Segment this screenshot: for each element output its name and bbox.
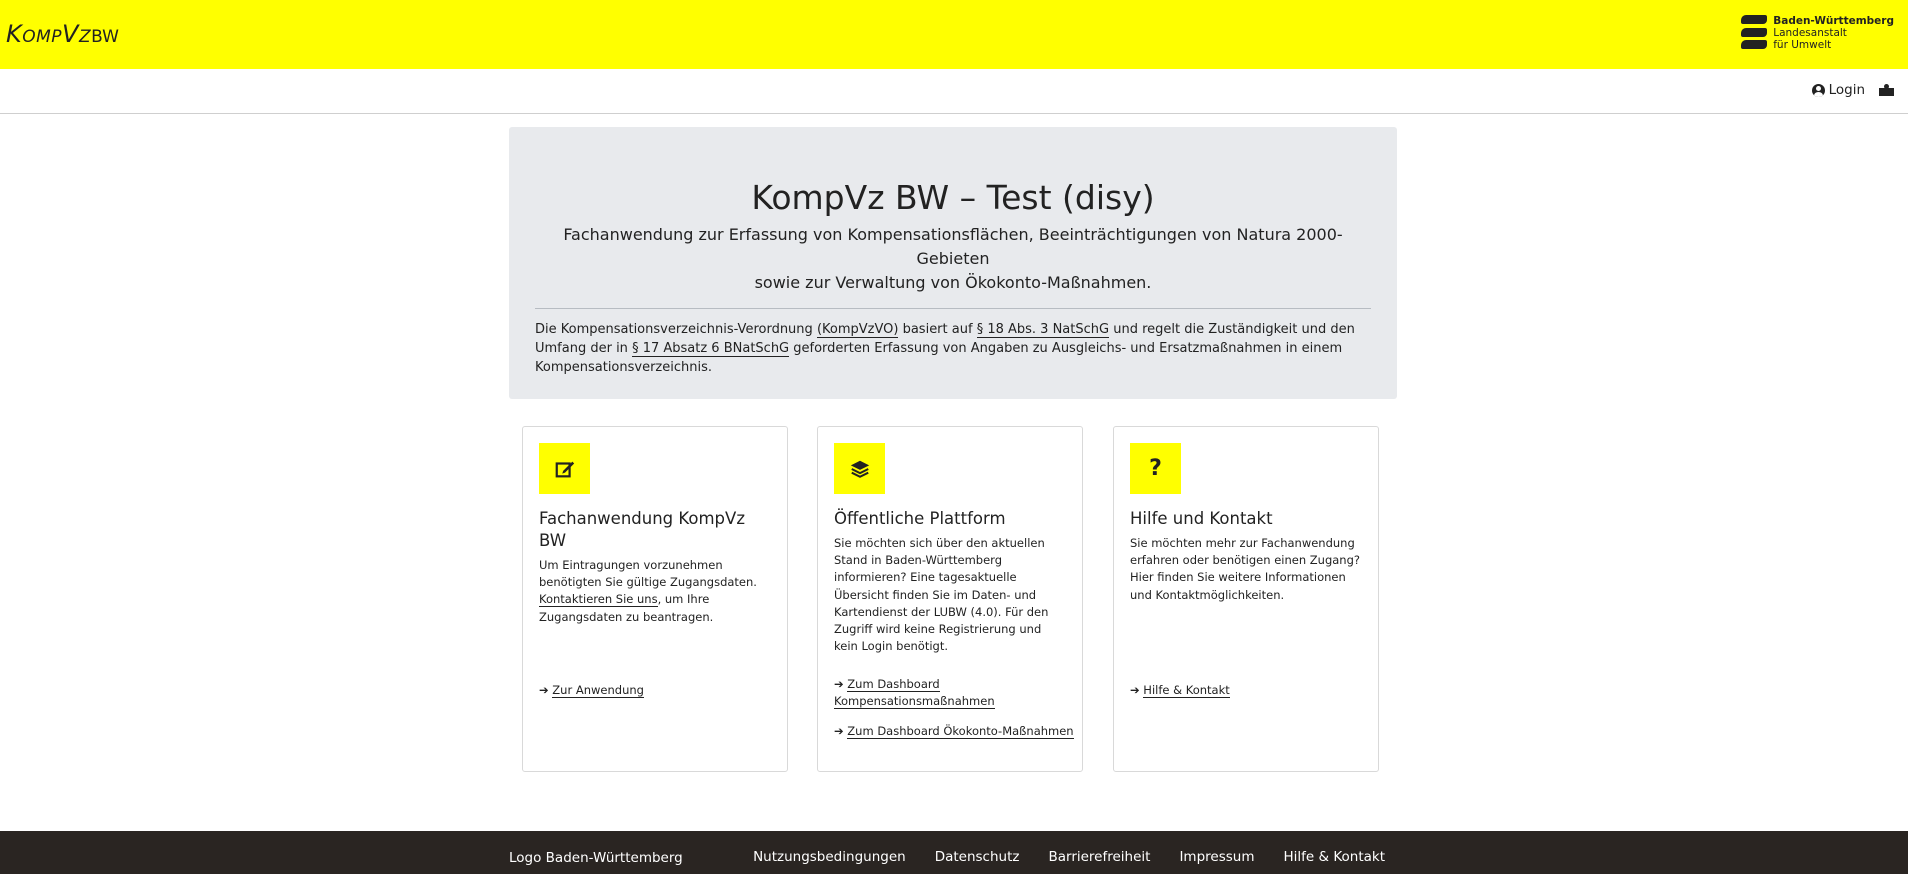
footer-link-imprint[interactable]: Impressum: [1179, 849, 1254, 865]
org-line-1: Baden-Württemberg: [1773, 15, 1894, 27]
question-icon: ?: [1130, 443, 1181, 494]
to-application-link[interactable]: ➔ Zur Anwendung: [539, 682, 644, 699]
footer-link-accessibility[interactable]: Barrierefreiheit: [1048, 849, 1150, 865]
card-fachanwendung: Fachanwendung KompVz BW Um Eintragungen …: [522, 426, 788, 772]
card-public-platform: Öffentliche Plattform Sie möchten sich ü…: [817, 426, 1083, 772]
layers-icon: [834, 443, 885, 494]
link-label: Zur Anwendung: [552, 683, 644, 698]
kompvzvo-link[interactable]: (KompVzVO): [816, 322, 899, 338]
lead-line-2: sowie zur Verwaltung von Ökokonto-Maßnah…: [754, 273, 1152, 292]
card-text: Sie möchten mehr zur Fachanwendung erfah…: [1130, 536, 1360, 602]
page-title: KompVz BW – Test (disy): [751, 178, 1155, 217]
help-contact-link[interactable]: ➔ Hilfe & Kontakt: [1130, 682, 1230, 699]
header-bar: KompVzBW Baden-Württemberg Landesanstalt…: [0, 0, 1908, 69]
card-title: Hilfe und Kontakt: [1130, 509, 1273, 528]
lubw-logo[interactable]: Baden-Württemberg Landesanstalt für Umwe…: [1741, 15, 1894, 51]
coat-of-arms-icon: [1741, 15, 1768, 49]
login-label: Login: [1828, 82, 1865, 98]
lead-line-1: Fachanwendung zur Erfassung von Kompensa…: [563, 225, 1343, 268]
login-link[interactable]: Login: [1811, 82, 1865, 98]
nav-bar: Login: [0, 69, 1908, 114]
divider: [535, 308, 1371, 309]
card-title: Öffentliche Plattform: [834, 509, 1006, 528]
contact-us-link[interactable]: Kontaktieren Sie uns: [539, 592, 658, 608]
org-line-2: Landesanstalt: [1773, 27, 1847, 39]
arrow-right-icon: ➔: [834, 724, 844, 738]
desc-text: basiert auf: [898, 322, 977, 337]
footer-links: Nutzungsbedingungen Datenschutz Barriere…: [753, 849, 1385, 865]
dashboard-oekokonto-link[interactable]: ➔ Zum Dashboard Ökokonto-Maßnahmen: [834, 723, 1074, 740]
brand-sub: BW: [91, 27, 119, 47]
arrow-right-icon: ➔: [539, 683, 549, 697]
card-title: Fachanwendung KompVz BW: [539, 509, 745, 550]
desc-text: Die Kompensationsverzeichnis-Verordnung: [535, 322, 817, 337]
nav-actions: Login: [1811, 82, 1894, 98]
card-text: Um Eintragungen vorzunehmen benötigten S…: [539, 557, 771, 626]
footer-link-terms[interactable]: Nutzungsbedingungen: [753, 849, 906, 865]
footer-link-help[interactable]: Hilfe & Kontakt: [1284, 849, 1386, 865]
natschg-link[interactable]: § 18 Abs. 3 NatSchG: [976, 322, 1110, 338]
hero-description: Die Kompensationsverzeichnis-Verordnung …: [535, 320, 1371, 377]
footer-logo: Logo Baden-Württemberg: [509, 850, 683, 866]
link-label: Zum Dashboard Kompensationsmaßnahmen: [834, 677, 995, 709]
bnatschg-link[interactable]: § 17 Absatz 6 BNatSchG: [632, 341, 790, 357]
card-text-part: Um Eintragungen vorzunehmen benötigten S…: [539, 558, 757, 590]
card-help-contact: ? Hilfe und Kontakt Sie möchten mehr zur…: [1113, 426, 1379, 772]
user-circle-icon: [1811, 83, 1825, 97]
dashboard-kompensation-link[interactable]: ➔ Zum Dashboard Kompensationsmaßnahmen: [834, 676, 1064, 710]
brand-main: KompVz: [6, 20, 92, 48]
card-text: Sie möchten sich über den aktuellen Stan…: [834, 536, 1049, 654]
edit-icon: [539, 443, 590, 494]
library-icon[interactable]: [1879, 84, 1894, 96]
arrow-right-icon: ➔: [834, 677, 844, 691]
brand-logo[interactable]: KompVzBW: [6, 20, 119, 48]
org-name: Baden-Württemberg Landesanstalt für Umwe…: [1773, 15, 1894, 51]
arrow-right-icon: ➔: [1130, 683, 1140, 697]
org-line-3: für Umwelt: [1773, 39, 1832, 51]
hero-lead: Fachanwendung zur Erfassung von Kompensa…: [535, 223, 1371, 295]
link-label: Hilfe & Kontakt: [1143, 683, 1230, 698]
link-label: Zum Dashboard Ökokonto-Maßnahmen: [847, 724, 1074, 739]
footer: Logo Baden-Württemberg Nutzungsbedingung…: [0, 831, 1908, 874]
footer-link-privacy[interactable]: Datenschutz: [935, 849, 1020, 865]
hero-panel: KompVz BW – Test (disy) Fachanwendung zu…: [509, 127, 1397, 399]
